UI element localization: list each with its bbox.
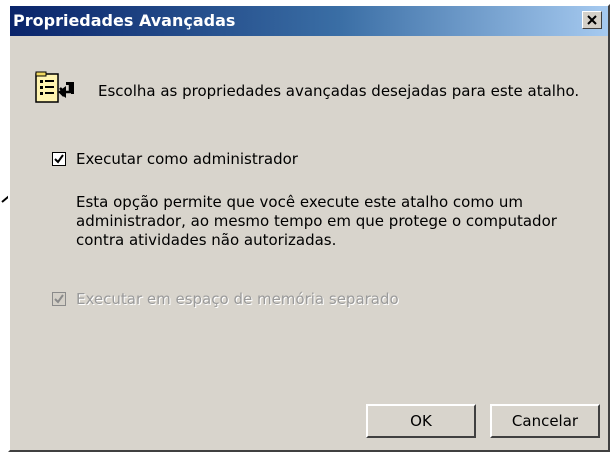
run-as-admin-description: Esta opção permite que você execute este… <box>76 193 576 250</box>
checkmark-icon <box>54 294 64 304</box>
separate-memory-label: Executar em espaço de memória separado <box>76 290 399 308</box>
advanced-properties-dialog: Propriedades Avançadas Escolha as propri… <box>8 4 610 452</box>
checkmark-icon <box>54 154 64 164</box>
description-line: administrador, ao mesmo tempo em que pro… <box>76 212 557 230</box>
description-line: contra atividades não autorizadas. <box>76 231 337 249</box>
title-bar[interactable]: Propriedades Avançadas <box>10 6 608 36</box>
run-as-admin-checkbox[interactable] <box>52 152 66 166</box>
run-as-admin-label[interactable]: Executar como administrador <box>76 150 298 168</box>
shortcut-properties-icon <box>35 71 74 103</box>
close-button[interactable] <box>582 11 602 29</box>
close-icon <box>587 15 597 25</box>
cancel-button[interactable]: Cancelar <box>490 404 600 438</box>
ok-button[interactable]: OK <box>366 404 476 438</box>
separate-memory-checkbox[interactable] <box>52 292 66 306</box>
screenshot-canvas: Propriedades Avançadas Escolha as propri… <box>0 0 614 454</box>
description-line: Esta opção permite que você execute este… <box>76 193 523 211</box>
dialog-title: Propriedades Avançadas <box>13 11 236 30</box>
dialog-instruction: Escolha as propriedades avançadas deseja… <box>98 82 580 100</box>
